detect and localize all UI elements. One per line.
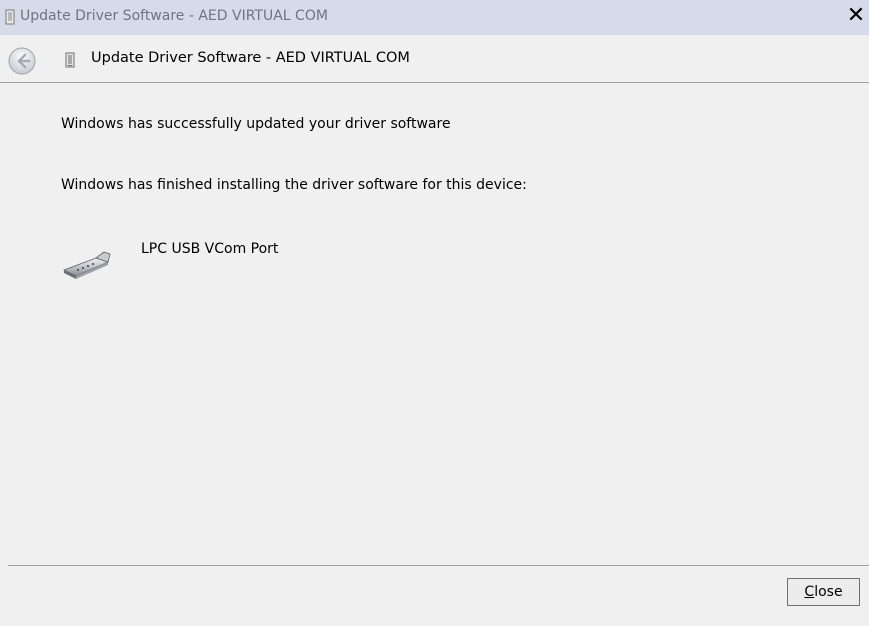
success-heading: Windows has successfully updated your dr… xyxy=(61,116,451,132)
close-button[interactable]: Close xyxy=(787,578,860,606)
footer-divider xyxy=(8,565,869,566)
update-driver-dialog: Update Driver Software - AED VIRTUAL COM… xyxy=(0,0,869,626)
wizard-title: Update Driver Software - AED VIRTUAL COM xyxy=(91,50,410,66)
close-window-button[interactable]: ✕ xyxy=(844,4,868,28)
window-title: Update Driver Software - AED VIRTUAL COM xyxy=(20,8,328,24)
close-label-rest: lose xyxy=(814,584,843,600)
close-icon: ✕ xyxy=(846,3,866,28)
wizard-content: Windows has successfully updated your dr… xyxy=(0,83,869,566)
device-name: LPC USB VCom Port xyxy=(141,241,279,257)
finished-text: Windows has finished installing the driv… xyxy=(61,177,527,193)
navigation-bar: Update Driver Software - AED VIRTUAL COM xyxy=(0,35,869,83)
close-accelerator: C xyxy=(804,584,815,600)
device-manager-icon xyxy=(5,9,15,25)
back-arrow-icon[interactable] xyxy=(8,47,36,75)
title-bar[interactable]: Update Driver Software - AED VIRTUAL COM… xyxy=(0,0,869,35)
device-icon xyxy=(65,52,75,68)
serial-port-icon xyxy=(63,251,111,279)
